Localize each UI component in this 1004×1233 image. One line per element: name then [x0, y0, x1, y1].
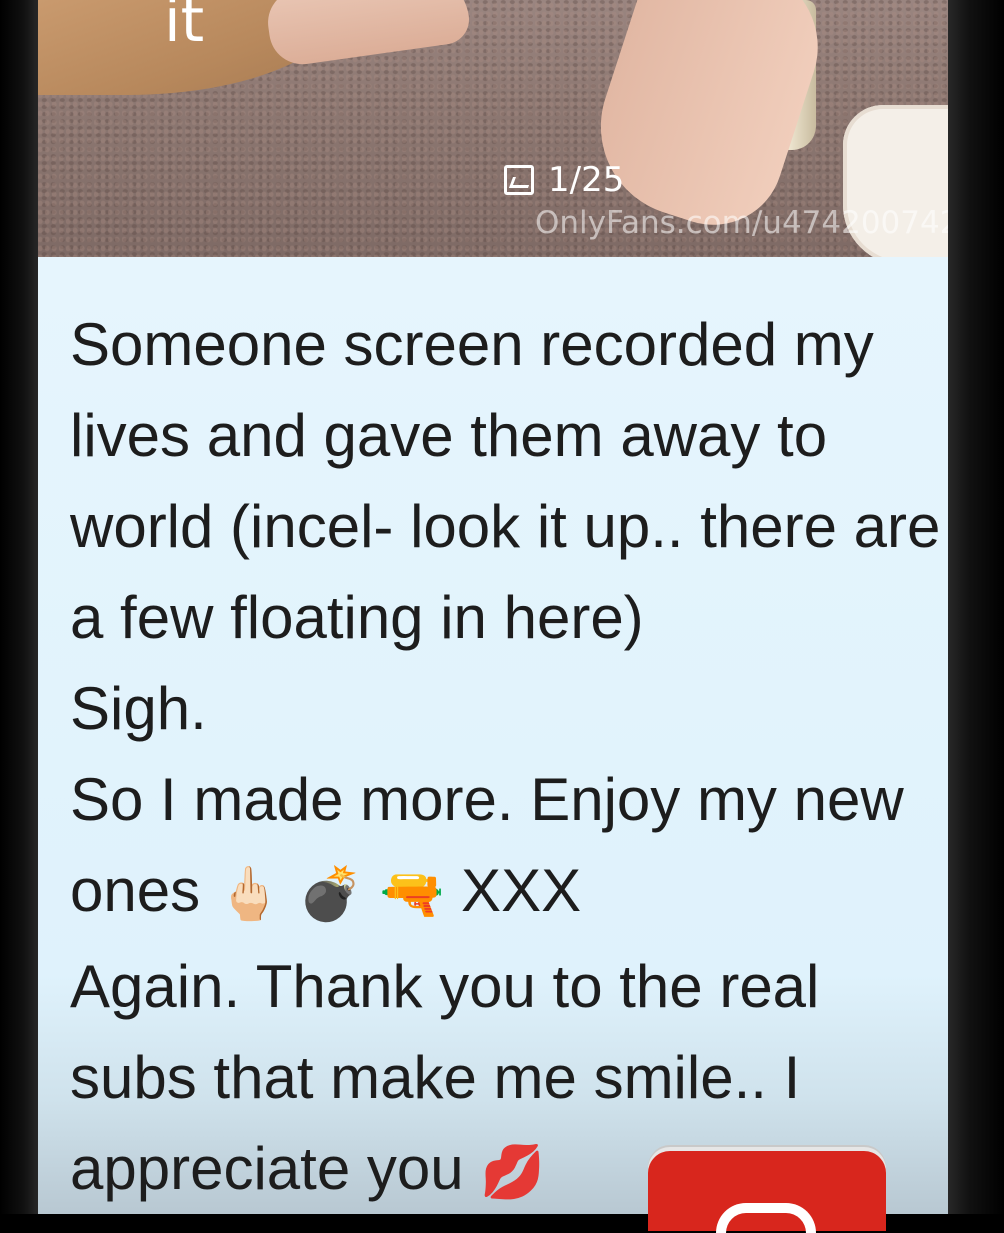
kiss-emoji: 💋	[480, 1143, 546, 1202]
bomb-emoji: 💣	[298, 865, 363, 924]
post-line: subs that make me smile.. I	[70, 1043, 801, 1111]
post-line: Again. Thank you to the real	[70, 952, 820, 1020]
xxx-text: XXX	[461, 857, 582, 924]
story-caption: it	[164, 0, 205, 56]
image-icon	[504, 165, 534, 195]
post-line-with-emoji: ones 🖕🏻 💣 🔫 XXX	[70, 845, 950, 941]
watermark: OnlyFans.com/u474200742	[535, 205, 948, 241]
left-border	[0, 0, 40, 1214]
foot-shape	[263, 0, 473, 69]
post-line: Sigh.	[70, 675, 207, 742]
post-line: world (incel- look it up.. there are	[70, 493, 941, 560]
post-photo[interactable]: it 1/25 OnlyFans.com/u474200742	[38, 0, 948, 257]
post-card: Someone screen recorded my lives and gav…	[38, 257, 948, 1214]
post-line: appreciate you	[70, 1134, 464, 1202]
post-line: Someone screen recorded my	[70, 311, 874, 378]
image-counter: 1/25	[504, 160, 624, 200]
post-text: Someone screen recorded my lives and gav…	[70, 299, 950, 1218]
right-border	[946, 0, 1004, 1214]
post-line: a few floating in here)	[70, 584, 644, 651]
post-line: ones	[70, 857, 201, 924]
reaction-button[interactable]	[648, 1151, 886, 1233]
image-counter-text: 1/25	[548, 160, 625, 200]
post-line: lives and gave them away to	[70, 402, 828, 469]
middle-finger-emoji: 🖕🏻	[216, 865, 282, 924]
post-line: So I made more. Enjoy my new	[70, 766, 904, 833]
pistol-emoji: 🔫	[379, 865, 445, 924]
screenshot-frame: it 1/25 OnlyFans.com/u474200742 Someone …	[0, 0, 1004, 1233]
